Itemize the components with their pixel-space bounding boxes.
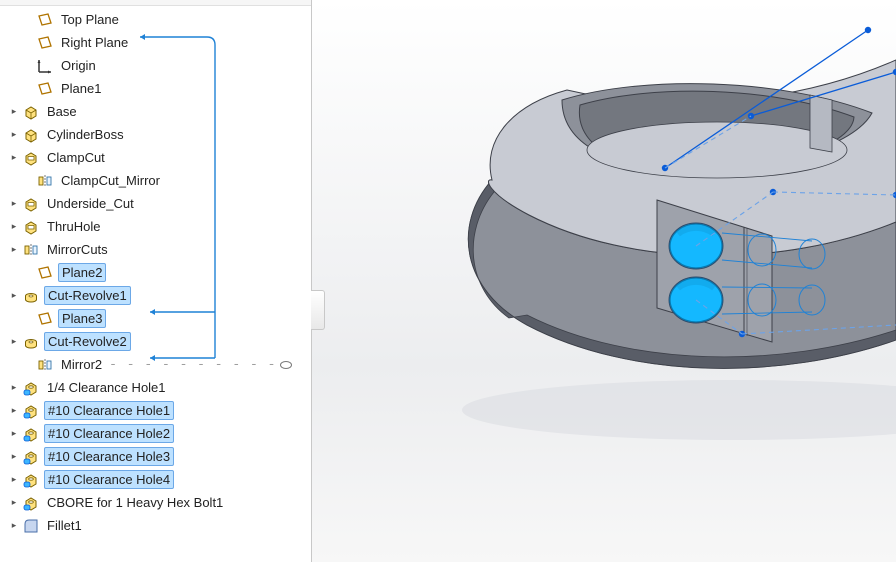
expand-arrow-icon[interactable]: ▸ xyxy=(8,382,20,393)
expand-arrow-icon[interactable]: ▸ xyxy=(8,451,20,462)
feature-label[interactable]: Top Plane xyxy=(58,11,122,28)
feature-item-cut-revolve1[interactable]: ▸ Cut-Revolve1 xyxy=(6,284,311,307)
expand-arrow-icon[interactable]: ▸ xyxy=(8,198,20,209)
feature-item-plane2[interactable]: Plane2 xyxy=(6,261,311,284)
plane-icon xyxy=(36,310,54,328)
hole-icon xyxy=(22,379,40,397)
feature-item-n10-hole1[interactable]: ▸ #10 Clearance Hole1 xyxy=(6,399,311,422)
feature-label[interactable]: CylinderBoss xyxy=(44,126,127,143)
feature-manager-panel: Top Plane Right Plane Origin Plane1 ▸ Base ▸ Cy… xyxy=(0,0,312,562)
feature-label[interactable]: #10 Clearance Hole4 xyxy=(44,470,174,489)
panel-collapse-tab[interactable] xyxy=(311,290,325,330)
origin-icon xyxy=(36,57,54,75)
cut-icon xyxy=(22,149,40,167)
graphics-viewport[interactable] xyxy=(312,0,896,562)
feature-label[interactable]: Fillet1 xyxy=(44,517,85,534)
expand-arrow-icon[interactable]: ▸ xyxy=(8,428,20,439)
feature-label[interactable]: ClampCut xyxy=(44,149,108,166)
feature-label[interactable]: 1/4 Clearance Hole1 xyxy=(44,379,169,396)
feature-item-n10-hole3[interactable]: ▸ #10 Clearance Hole3 xyxy=(6,445,311,468)
expand-arrow-icon[interactable]: ▸ xyxy=(8,497,20,508)
feature-item-right-plane[interactable]: Right Plane xyxy=(6,31,311,54)
expand-arrow-icon[interactable]: ▸ xyxy=(8,405,20,416)
feature-item-top-plane[interactable]: Top Plane xyxy=(6,8,311,31)
plane-icon xyxy=(36,11,54,29)
feature-item-origin[interactable]: Origin xyxy=(6,54,311,77)
model-view xyxy=(312,0,896,562)
expand-arrow-icon[interactable]: ▸ xyxy=(8,129,20,140)
feature-item-fillet1[interactable]: ▸ Fillet1 xyxy=(6,514,311,537)
feature-item-underside-cut[interactable]: ▸ Underside_Cut xyxy=(6,192,311,215)
feature-label[interactable]: ThruHole xyxy=(44,218,103,235)
feature-item-qtr-clearance[interactable]: ▸ 1/4 Clearance Hole1 xyxy=(6,376,311,399)
feature-item-base[interactable]: ▸ Base xyxy=(6,100,311,123)
feature-label[interactable]: Cut-Revolve2 xyxy=(44,332,131,351)
expand-arrow-icon[interactable]: ▸ xyxy=(8,520,20,531)
mirror-icon xyxy=(36,172,54,190)
cut-icon xyxy=(22,218,40,236)
feature-item-cbore[interactable]: ▸ CBORE for 1 Heavy Hex Bolt1 xyxy=(6,491,311,514)
plane-icon xyxy=(36,80,54,98)
fillet-icon xyxy=(22,517,40,535)
feature-item-plane3[interactable]: Plane3 xyxy=(6,307,311,330)
plane-icon xyxy=(36,264,54,282)
feature-item-clampcut[interactable]: ▸ ClampCut xyxy=(6,146,311,169)
feature-item-plane1[interactable]: Plane1 xyxy=(6,77,311,100)
feature-item-n10-hole4[interactable]: ▸ #10 Clearance Hole4 xyxy=(6,468,311,491)
feature-label[interactable]: MirrorCuts xyxy=(44,241,111,258)
feature-label[interactable]: #10 Clearance Hole1 xyxy=(44,401,174,420)
plane-icon xyxy=(36,34,54,52)
feature-item-cylinderboss[interactable]: ▸ CylinderBoss xyxy=(6,123,311,146)
hole-icon xyxy=(22,471,40,489)
feature-label[interactable]: Underside_Cut xyxy=(44,195,137,212)
expand-arrow-icon[interactable]: ▸ xyxy=(8,474,20,485)
feature-item-mirror2[interactable]: Mirror2 - - - - - - - - - - xyxy=(6,353,311,376)
feature-item-mirrorcuts[interactable]: ▸ MirrorCuts xyxy=(6,238,311,261)
expand-arrow-icon[interactable]: ▸ xyxy=(8,336,20,347)
expand-arrow-icon[interactable]: ▸ xyxy=(8,106,20,117)
expand-arrow-icon[interactable]: ▸ xyxy=(8,152,20,163)
feature-label[interactable]: Plane3 xyxy=(58,309,106,328)
expand-arrow-icon[interactable]: ▸ xyxy=(8,221,20,232)
feature-item-cut-revolve2[interactable]: ▸ Cut-Revolve2 xyxy=(6,330,311,353)
feature-label[interactable]: Base xyxy=(44,103,80,120)
feature-label[interactable]: Plane1 xyxy=(58,80,104,97)
feature-tree: Top Plane Right Plane Origin Plane1 ▸ Base ▸ Cy… xyxy=(0,6,311,539)
mirror-icon xyxy=(22,241,40,259)
feature-label[interactable]: CBORE for 1 Heavy Hex Bolt1 xyxy=(44,494,226,511)
hole-icon xyxy=(22,425,40,443)
feature-item-clampcut-mirror[interactable]: ClampCut_Mirror xyxy=(6,169,311,192)
feature-label[interactable]: #10 Clearance Hole2 xyxy=(44,424,174,443)
boss-icon xyxy=(22,103,40,121)
feature-label[interactable]: Cut-Revolve1 xyxy=(44,286,131,305)
feature-item-n10-hole2[interactable]: ▸ #10 Clearance Hole2 xyxy=(6,422,311,445)
rollback-line: - - - - - - - - - - xyxy=(109,357,276,372)
cutrevolve-icon xyxy=(22,287,40,305)
expand-arrow-icon[interactable]: ▸ xyxy=(8,290,20,301)
feature-label[interactable]: Mirror2 xyxy=(58,356,105,373)
boss-icon xyxy=(22,126,40,144)
mirror-icon xyxy=(36,356,54,374)
feature-label[interactable]: Plane2 xyxy=(58,263,106,282)
feature-item-thruhole[interactable]: ▸ ThruHole xyxy=(6,215,311,238)
feature-label[interactable]: #10 Clearance Hole3 xyxy=(44,447,174,466)
feature-label[interactable]: Right Plane xyxy=(58,34,131,51)
feature-label[interactable]: Origin xyxy=(58,57,99,74)
rollback-knob[interactable] xyxy=(280,361,292,369)
feature-label[interactable]: ClampCut_Mirror xyxy=(58,172,163,189)
expand-arrow-icon[interactable]: ▸ xyxy=(8,244,20,255)
hole-icon xyxy=(22,402,40,420)
hole-icon xyxy=(22,448,40,466)
cut-icon xyxy=(22,195,40,213)
hole-icon xyxy=(22,494,40,512)
cutrevolve-icon xyxy=(22,333,40,351)
